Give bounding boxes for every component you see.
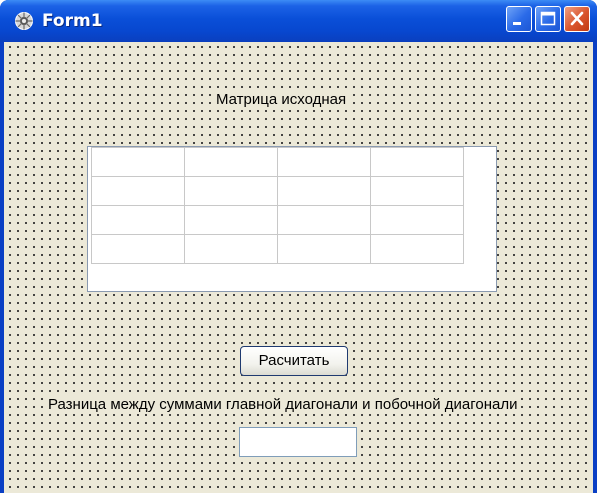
minimize-button[interactable] <box>506 6 532 32</box>
grid-cell[interactable] <box>91 176 185 206</box>
result-field[interactable] <box>239 427 357 457</box>
maximize-icon <box>540 11 556 26</box>
close-icon <box>570 11 584 26</box>
title-bar[interactable]: Form1 <box>0 0 597 42</box>
matrix-label: Матрица исходная <box>214 91 349 109</box>
grid-cell[interactable] <box>91 205 185 235</box>
matrix-grid[interactable] <box>87 146 497 292</box>
table-row <box>91 147 464 177</box>
maximize-button[interactable] <box>535 6 561 32</box>
form-window: Form1 Матрица исходная Расчитать Разница… <box>0 0 597 493</box>
close-button[interactable] <box>564 6 590 32</box>
window-title: Form1 <box>42 11 103 31</box>
diagonal-difference-label: Разница между суммами главной диагонали … <box>46 396 520 414</box>
delphi-form-icon <box>15 12 33 30</box>
form-client-area: Матрица исходная Расчитать Разница между… <box>4 42 593 493</box>
grid-cell[interactable] <box>370 176 464 206</box>
grid-cell[interactable] <box>277 176 371 206</box>
table-row <box>91 205 464 235</box>
grid-cell[interactable] <box>184 176 278 206</box>
grid-cell[interactable] <box>91 234 185 264</box>
grid-cell[interactable] <box>277 147 371 177</box>
grid-cell[interactable] <box>91 147 185 177</box>
table-row <box>91 234 464 264</box>
grid-cell[interactable] <box>277 234 371 264</box>
minimize-icon <box>513 22 521 25</box>
calculate-button[interactable]: Расчитать <box>240 346 348 376</box>
grid-cell[interactable] <box>370 147 464 177</box>
grid-cell[interactable] <box>184 205 278 235</box>
grid-cell[interactable] <box>277 205 371 235</box>
grid-cell[interactable] <box>184 234 278 264</box>
grid-cell[interactable] <box>184 147 278 177</box>
grid-cell[interactable] <box>370 205 464 235</box>
table-row <box>91 176 464 206</box>
matrix-table <box>91 147 464 264</box>
grid-cell[interactable] <box>370 234 464 264</box>
